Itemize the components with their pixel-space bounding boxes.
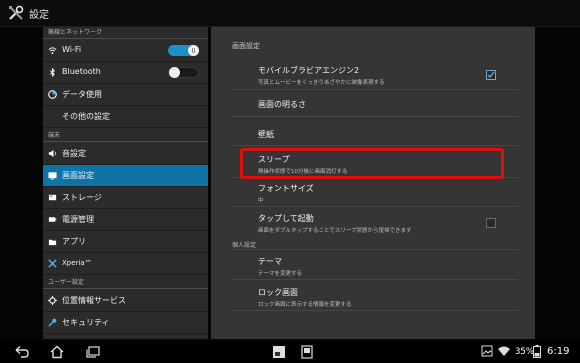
sidebar-item-label: Xperia™ [62, 259, 92, 267]
display-icon [48, 172, 57, 180]
small-apps-icon[interactable] [272, 345, 286, 359]
setting-theme[interactable]: テーマ テーマを変更する [258, 256, 518, 277]
security-icon [48, 318, 57, 327]
display-settings-panel: 画面設定 モバイルブラビアエンジン2 写真とムービーをくっきりあざやかに映像表現… [211, 27, 535, 339]
sidebar-item-display[interactable]: 画面設定 [43, 165, 208, 187]
setting-wallpaper[interactable]: 壁紙 [258, 129, 518, 140]
sidebar-item-label: Bluetooth [62, 67, 101, 76]
divider [232, 310, 518, 311]
sidebar-item-label: 電源管理 [62, 215, 94, 224]
setting-title: フォントサイズ [258, 184, 314, 193]
sidebar-item-label: ストレージ [62, 193, 102, 202]
data-usage-icon [48, 90, 57, 99]
sidebar-item-storage[interactable]: ストレージ [43, 187, 208, 209]
apps-icon [48, 239, 57, 246]
setting-title: タップして起動 [258, 214, 314, 223]
divider [232, 145, 518, 146]
checkmark-icon [487, 71, 495, 79]
sidebar-item-label: データ使用 [62, 90, 102, 99]
location-icon [48, 296, 57, 305]
setting-title: 画面の明るさ [258, 100, 306, 109]
setting-font-size[interactable]: フォントサイズ 中 [258, 183, 518, 204]
setting-title: モバイルブラビアエンジン2 [258, 66, 360, 75]
sidebar-item-label: 画面設定 [62, 171, 94, 180]
battery-percent: 35% [515, 347, 534, 357]
setting-title: テーマ [258, 257, 282, 266]
sidebar-item-label: 音設定 [62, 149, 86, 158]
home-icon[interactable] [49, 345, 65, 359]
bluetooth-icon [49, 68, 55, 77]
panel-header: 画面設定 [232, 42, 260, 50]
sidebar-item-label: 位置情報サービス [62, 296, 126, 305]
setting-summary: ロック画面に表示する情報を変更する [258, 302, 352, 308]
setting-summary: 中 [258, 198, 264, 204]
sidebar-item-security[interactable]: セキュリティ [43, 312, 208, 334]
wifi-toggle[interactable] [168, 45, 199, 56]
setting-mobile-bravia-engine[interactable]: モバイルブラビアエンジン2 写真とムービーをくっきりあざやかに映像表現する [258, 65, 518, 86]
system-navigation-bar: 35% 6:19 [0, 341, 580, 363]
section-header-user: ユーザー設定 [43, 277, 208, 289]
sleep-highlight-box [240, 148, 504, 179]
small-app-widget-icon[interactable] [300, 345, 314, 359]
setting-brightness[interactable]: 画面の明るさ [258, 99, 518, 110]
settings-tools-icon[interactable] [7, 4, 25, 22]
bluetooth-toggle[interactable] [168, 67, 199, 78]
sidebar-item-label: セキュリティ [62, 318, 110, 327]
divider [232, 279, 518, 280]
action-bar: 設定 [0, 0, 580, 27]
setting-lock-screen[interactable]: ロック画面 ロック画面に表示する情報を変更する [258, 287, 518, 308]
settings-sidebar: 無線とネットワーク Wi-Fi Bluetooth データ使用 その他の設定 端… [43, 27, 208, 339]
sidebar-item-label: Wi-Fi [62, 45, 82, 54]
setting-title: 壁紙 [258, 130, 274, 139]
section-header-wireless: 無線とネットワーク [43, 27, 208, 39]
sidebar-item-bluetooth[interactable]: Bluetooth [43, 62, 208, 84]
battery-icon [48, 217, 57, 222]
setting-tap-to-wake[interactable]: タップして起動 画面をダブルタップすることでスリープ状態から復帰できます [258, 213, 518, 234]
sidebar-item-wifi[interactable]: Wi-Fi [43, 40, 208, 62]
storage-icon [48, 194, 57, 201]
bravia-checkbox[interactable] [486, 70, 496, 80]
tap-to-wake-checkbox[interactable] [486, 218, 496, 228]
clock: 6:19 [547, 346, 570, 357]
battery-status-icon [533, 345, 541, 358]
setting-summary: 画面をダブルタップすることでスリープ状態から復帰できます [258, 228, 412, 234]
section-header-personal: 個人設定 [232, 242, 257, 249]
page-title: 設定 [29, 10, 49, 21]
sidebar-item-label: アプリ [62, 237, 86, 246]
sidebar-item-power[interactable]: 電源管理 [43, 209, 208, 231]
wifi-icon [48, 47, 57, 55]
sidebar-item-sound[interactable]: 音設定 [43, 143, 208, 165]
sidebar-item-xperia[interactable]: Xperia™ [43, 253, 208, 275]
screenshot-notification-icon [481, 345, 493, 357]
divider [232, 249, 518, 250]
toggle-knob [188, 45, 199, 56]
sidebar-item-label: その他の設定 [62, 112, 110, 121]
xperia-icon [48, 259, 57, 268]
setting-summary: テーマを変更する [258, 271, 303, 277]
setting-title: ロック画面 [258, 288, 298, 297]
recent-apps-icon[interactable] [85, 345, 101, 359]
sidebar-item-data-usage[interactable]: データ使用 [43, 84, 208, 106]
wifi-status-icon [498, 346, 510, 356]
divider [232, 89, 518, 90]
setting-summary: 写真とムービーをくっきりあざやかに映像表現する [258, 80, 385, 86]
section-header-device: 端末 [43, 130, 208, 142]
sidebar-item-apps[interactable]: アプリ [43, 231, 208, 253]
sidebar-item-location[interactable]: 位置情報サービス [43, 290, 208, 312]
toggle-knob [169, 67, 180, 78]
speaker-icon [48, 149, 56, 158]
divider [232, 116, 518, 117]
divider [232, 206, 518, 207]
back-icon[interactable] [14, 345, 30, 359]
sidebar-item-more-settings[interactable]: その他の設定 [43, 106, 208, 128]
